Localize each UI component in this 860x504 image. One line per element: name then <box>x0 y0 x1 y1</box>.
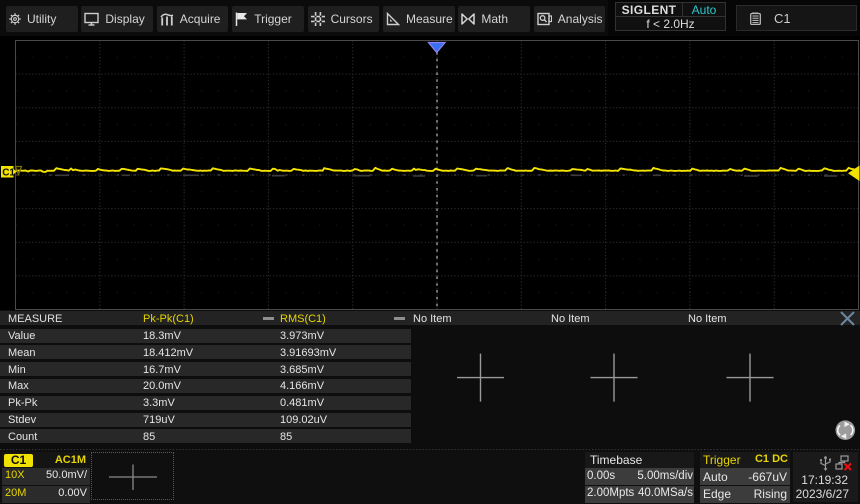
svg-text:C1: C1 <box>2 167 15 178</box>
